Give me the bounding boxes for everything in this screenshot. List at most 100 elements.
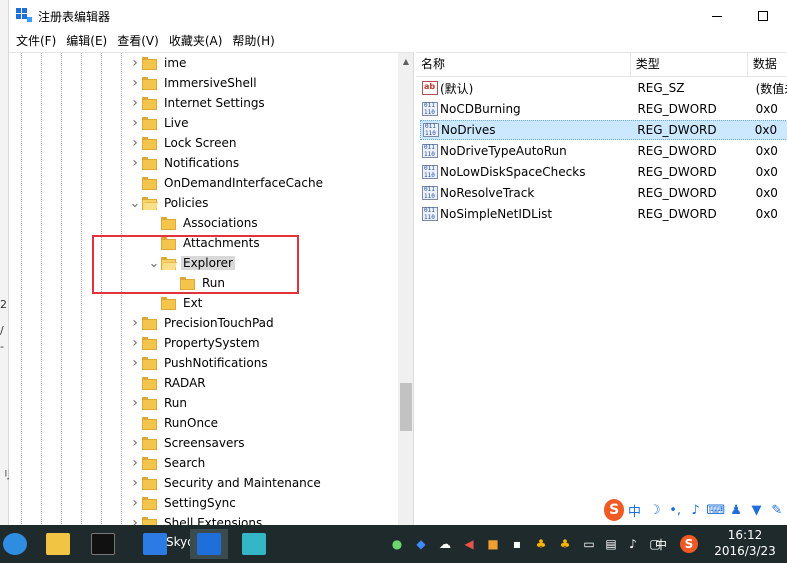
minimize-button[interactable] <box>694 0 740 31</box>
tree-item-label: Internet Settings <box>164 96 265 110</box>
tree-item[interactable]: › Run <box>128 393 189 413</box>
tree-item[interactable]: › Shell Extensions <box>128 513 264 525</box>
maximize-button[interactable] <box>740 0 786 31</box>
value-row[interactable]: (默认) REG_SZ (数值未设置) <box>420 78 787 98</box>
file-explorer-taskbar-button[interactable] <box>43 529 73 559</box>
network-icon[interactable]: ▤ <box>602 535 620 553</box>
chevron-right-icon[interactable]: › <box>128 153 142 173</box>
regedit-taskbar-button[interactable] <box>190 529 228 559</box>
chevron-right-icon[interactable]: › <box>128 133 142 153</box>
tree-item[interactable]: › Live <box>128 113 191 133</box>
battery-icon[interactable]: ▭ <box>580 535 598 553</box>
moon-icon[interactable]: ☽ <box>645 499 665 521</box>
folder-icon <box>142 76 157 90</box>
binary-value-icon <box>422 207 438 221</box>
chevron-down-icon[interactable]: ⌄ <box>128 193 142 213</box>
value-type: REG_SZ <box>637 81 685 95</box>
sogou-tray-icon[interactable]: S <box>680 535 698 553</box>
tree-item[interactable]: ⌄ Policies <box>128 193 210 213</box>
scrollbar-thumb[interactable] <box>400 383 412 431</box>
tree-item[interactable]: ⌄ Explorer <box>147 253 235 273</box>
wrench-icon[interactable]: ✎ <box>767 499 787 521</box>
tree-item[interactable]: › ime <box>128 53 188 73</box>
tree-item[interactable]: › Internet Settings <box>128 93 267 113</box>
tree-item[interactable]: › Screensavers <box>128 433 247 453</box>
column-header-type[interactable]: 类型 <box>631 53 748 77</box>
chevron-right-icon[interactable]: › <box>128 493 142 513</box>
chevron-right-icon[interactable]: › <box>128 113 142 133</box>
tree-item-label: PrecisionTouchPad <box>164 316 274 330</box>
value-row[interactable]: NoCDBurning REG_DWORD 0x0 <box>420 99 787 119</box>
wechat-icon[interactable]: ● <box>388 535 406 553</box>
graduation-app-taskbar-button[interactable] <box>239 529 269 559</box>
input-language-indicator[interactable]: 中 <box>651 535 671 553</box>
value-type: REG_DWORD <box>637 123 717 137</box>
chevron-right-icon[interactable]: › <box>128 53 142 73</box>
chevron-right-icon[interactable]: › <box>128 433 142 453</box>
punctuation-icon[interactable]: •, <box>665 499 685 521</box>
removable-drive-icon[interactable]: ▪ <box>508 535 526 553</box>
command-prompt-taskbar-button[interactable] <box>88 529 118 559</box>
tree-item[interactable]: › Notifications <box>128 153 241 173</box>
value-row[interactable]: NoSimpleNetIDList REG_DWORD 0x0 <box>420 204 787 224</box>
tree-item[interactable]: › Lock Screen <box>128 133 238 153</box>
menu-file[interactable]: 文件(F) <box>11 31 61 51</box>
qq-icon[interactable]: ♣ <box>532 535 550 553</box>
microphone-icon[interactable]: ♪ <box>685 499 705 521</box>
chevron-right-icon[interactable]: › <box>128 333 142 353</box>
keyboard-icon[interactable]: ⌨ <box>706 499 726 521</box>
speaker-app-icon[interactable]: ◀ <box>460 535 478 553</box>
registry-editor-window: 注册表编辑器 文件(F) 编辑(E) 查看(V) 收藏夹(A) 帮助(H) › i… <box>9 0 787 525</box>
chevron-right-icon[interactable]: › <box>128 73 142 93</box>
chevron-down-icon[interactable]: ⌄ <box>147 253 161 273</box>
tree-item[interactable]: › PropertySystem <box>128 333 262 353</box>
volume-icon[interactable]: ♪ <box>624 535 642 553</box>
chevron-right-icon[interactable]: › <box>128 353 142 373</box>
chevron-right-icon[interactable]: › <box>128 313 142 333</box>
tree-item[interactable]: Associations <box>147 213 260 233</box>
scroll-up-arrow-icon[interactable]: ▲ <box>398 53 413 70</box>
tree-item[interactable]: › Search <box>128 453 207 473</box>
tree-item[interactable]: RADAR <box>128 373 208 393</box>
chevron-right-icon[interactable]: › <box>128 93 142 113</box>
column-header-name[interactable]: 名称 <box>416 53 631 77</box>
value-row[interactable]: NoDriveTypeAutoRun REG_DWORD 0x0 <box>420 141 787 161</box>
cloud-sync-icon[interactable]: ☁ <box>436 535 454 553</box>
menu-view[interactable]: 查看(V) <box>112 31 164 51</box>
tree-item[interactable]: › Security and Maintenance <box>128 473 323 493</box>
user-icon[interactable]: ♟ <box>726 499 746 521</box>
taskbar-clock[interactable]: 16:12 2016/3/23 <box>712 527 778 559</box>
value-row[interactable]: NoLowDiskSpaceChecks REG_DWORD 0x0 <box>420 162 787 182</box>
tree-item[interactable]: › PushNotifications <box>128 353 270 373</box>
cloud-app-icon[interactable] <box>0 529 30 559</box>
package-icon[interactable]: ■ <box>484 535 502 553</box>
column-header-data[interactable]: 数据 <box>748 53 787 77</box>
tree-item[interactable]: OnDemandInterfaceCache <box>128 173 325 193</box>
tree-vertical-scrollbar[interactable]: ▲ <box>398 53 413 525</box>
tree-guide-line <box>101 53 102 525</box>
value-row[interactable]: NoResolveTrack REG_DWORD 0x0 <box>420 183 787 203</box>
ime-mode-toggle[interactable]: 中 <box>624 499 644 521</box>
title-bar[interactable]: 注册表编辑器 <box>9 0 787 31</box>
tree-item[interactable]: › PrecisionTouchPad <box>128 313 276 333</box>
shield-icon[interactable]: ◆ <box>412 535 430 553</box>
chevron-right-icon[interactable]: › <box>128 473 142 493</box>
tree-item[interactable]: Ext <box>147 293 204 313</box>
menu-favorites[interactable]: 收藏夹(A) <box>164 31 228 51</box>
sogou-logo-icon[interactable]: S <box>604 499 625 521</box>
tree-item[interactable]: RunOnce <box>128 413 220 433</box>
tree-item-label: Security and Maintenance <box>164 476 321 490</box>
tree-item[interactable]: › SettingSync <box>128 493 238 513</box>
skin-shirt-icon[interactable]: ▼ <box>746 499 766 521</box>
tree-item[interactable]: Attachments <box>147 233 262 253</box>
chevron-right-icon[interactable]: › <box>128 393 142 413</box>
chevron-right-icon[interactable]: › <box>128 453 142 473</box>
menu-edit[interactable]: 编辑(E) <box>61 31 112 51</box>
chevron-right-icon[interactable]: › <box>128 513 142 525</box>
tree-item[interactable]: › ImmersiveShell <box>128 73 259 93</box>
folder-icon <box>142 336 157 350</box>
menu-help[interactable]: 帮助(H) <box>227 31 279 51</box>
value-row[interactable]: NoDrives REG_DWORD 0x0 <box>420 120 787 140</box>
tree-item[interactable]: Run <box>166 273 227 293</box>
qq-secondary-icon[interactable]: ♣ <box>556 535 574 553</box>
